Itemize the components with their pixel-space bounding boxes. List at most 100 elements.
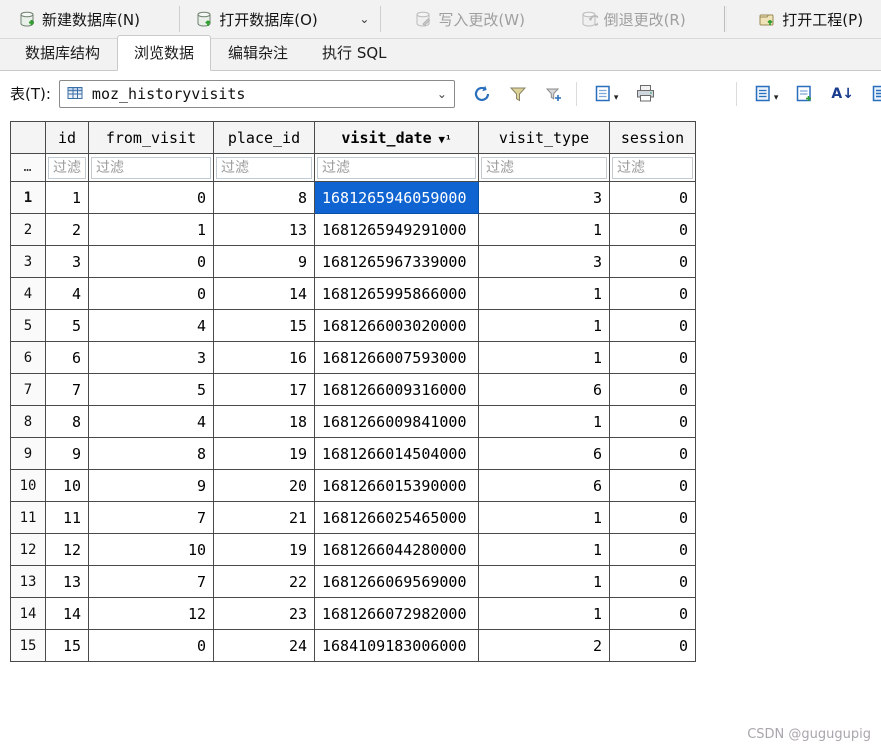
filter-button[interactable]: [509, 85, 527, 103]
cell-place_id-row-12[interactable]: 19: [213, 533, 315, 566]
cell-session-row-12[interactable]: 0: [609, 533, 696, 566]
cell-session-row-3[interactable]: 0: [609, 245, 696, 278]
cell-visit_date-row-8[interactable]: 1681266009841000: [314, 405, 479, 438]
cell-from_visit-row-15[interactable]: 0: [88, 629, 214, 662]
cell-from_visit-row-8[interactable]: 4: [88, 405, 214, 438]
column-header-from_visit[interactable]: from_visit: [88, 121, 214, 154]
cell-visit_date-row-7[interactable]: 1681266009316000: [314, 373, 479, 406]
cell-session-row-7[interactable]: 0: [609, 373, 696, 406]
column-header-id[interactable]: id: [45, 121, 89, 154]
cell-id-row-14[interactable]: 14: [45, 597, 89, 630]
cell-visit_date-row-6[interactable]: 1681266007593000: [314, 341, 479, 374]
filter-options-button[interactable]: [544, 85, 562, 103]
open-database-dropdown-icon[interactable]: ⌄: [352, 8, 376, 30]
filter-input-id[interactable]: 过滤: [48, 156, 86, 179]
row-number-2[interactable]: 2: [10, 213, 46, 246]
cell-id-row-4[interactable]: 4: [45, 277, 89, 310]
cell-visit_type-row-1[interactable]: 3: [478, 181, 610, 214]
cell-id-row-2[interactable]: 2: [45, 213, 89, 246]
cell-place_id-row-1[interactable]: 8: [213, 181, 315, 214]
print-button[interactable]: [635, 84, 656, 103]
cell-visit_type-row-14[interactable]: 1: [478, 597, 610, 630]
cell-visit_type-row-9[interactable]: 6: [478, 437, 610, 470]
cell-visit_date-row-2[interactable]: 1681265949291000: [314, 213, 479, 246]
cell-from_visit-row-11[interactable]: 7: [88, 501, 214, 534]
cell-id-row-5[interactable]: 5: [45, 309, 89, 342]
cell-id-row-6[interactable]: 6: [45, 341, 89, 374]
cell-session-row-8[interactable]: 0: [609, 405, 696, 438]
cell-id-row-10[interactable]: 10: [45, 469, 89, 502]
row-number-4[interactable]: 4: [10, 277, 46, 310]
cell-place_id-row-7[interactable]: 17: [213, 373, 315, 406]
tab-database-structure[interactable]: 数据库结构: [8, 35, 117, 71]
cell-place_id-row-5[interactable]: 15: [213, 309, 315, 342]
cell-place_id-row-13[interactable]: 22: [213, 565, 315, 598]
row-number-7[interactable]: 7: [10, 373, 46, 406]
cell-visit_date-row-15[interactable]: 1684109183006000: [314, 629, 479, 662]
tab-edit-pragmas[interactable]: 编辑杂注: [211, 35, 305, 71]
cell-from_visit-row-14[interactable]: 12: [88, 597, 214, 630]
column-header-place_id[interactable]: place_id: [213, 121, 315, 154]
open-project-button[interactable]: 打开工程(P): [746, 3, 875, 36]
row-number-15[interactable]: 15: [10, 629, 46, 662]
cell-from_visit-row-1[interactable]: 0: [88, 181, 214, 214]
row-number-5[interactable]: 5: [10, 309, 46, 342]
cell-place_id-row-14[interactable]: 23: [213, 597, 315, 630]
table-combobox[interactable]: moz_historyvisits ⌄: [58, 79, 455, 108]
cell-from_visit-row-5[interactable]: 4: [88, 309, 214, 342]
row-number-3[interactable]: 3: [10, 245, 46, 278]
cell-id-row-15[interactable]: 15: [45, 629, 89, 662]
cell-visit_type-row-2[interactable]: 1: [478, 213, 610, 246]
cell-session-row-5[interactable]: 0: [609, 309, 696, 342]
cell-visit_date-row-13[interactable]: 1681266069569000: [314, 565, 479, 598]
cell-session-row-6[interactable]: 0: [609, 341, 696, 374]
write-changes-button[interactable]: 写入更改(W): [402, 3, 537, 36]
refresh-button[interactable]: [472, 84, 492, 104]
export-view-dropdown-icon[interactable]: ▾: [614, 93, 619, 103]
cell-session-row-4[interactable]: 0: [609, 277, 696, 310]
filter-input-session[interactable]: 过滤: [612, 156, 693, 179]
cell-visit_type-row-3[interactable]: 3: [478, 245, 610, 278]
column-header-visit_date[interactable]: visit_date ▼¹: [314, 121, 479, 154]
cell-id-row-3[interactable]: 3: [45, 245, 89, 278]
insert-record-button[interactable]: [795, 84, 814, 103]
cell-visit_date-row-12[interactable]: 1681266044280000: [314, 533, 479, 566]
row-number-6[interactable]: 6: [10, 341, 46, 374]
cell-visit_date-row-4[interactable]: 1681265995866000: [314, 277, 479, 310]
cell-visit_date-row-1[interactable]: 1681265946059000: [314, 181, 479, 214]
filter-all-button[interactable]: …: [10, 153, 46, 182]
cell-id-row-1[interactable]: 1: [45, 181, 89, 214]
filter-input-place_id[interactable]: 过滤: [216, 156, 312, 179]
cell-id-row-7[interactable]: 7: [45, 373, 89, 406]
cell-session-row-15[interactable]: 0: [609, 629, 696, 662]
tab-browse-data[interactable]: 浏览数据: [117, 35, 212, 71]
cell-visit_date-row-10[interactable]: 1681266015390000: [314, 469, 479, 502]
sort-records-button[interactable]: A↓: [831, 86, 854, 102]
cell-visit_date-row-5[interactable]: 1681266003020000: [314, 309, 479, 342]
row-number-1[interactable]: 1: [10, 181, 46, 214]
cell-from_visit-row-4[interactable]: 0: [88, 277, 214, 310]
row-number-12[interactable]: 12: [10, 533, 46, 566]
row-number-8[interactable]: 8: [10, 405, 46, 438]
cell-place_id-row-4[interactable]: 14: [213, 277, 315, 310]
cell-visit_type-row-15[interactable]: 2: [478, 629, 610, 662]
row-number-10[interactable]: 10: [10, 469, 46, 502]
new-database-button[interactable]: 新建数据库(N): [6, 3, 152, 36]
cell-place_id-row-2[interactable]: 13: [213, 213, 315, 246]
cell-visit_type-row-12[interactable]: 1: [478, 533, 610, 566]
cell-from_visit-row-12[interactable]: 10: [88, 533, 214, 566]
cell-session-row-11[interactable]: 0: [609, 501, 696, 534]
save-results-dropdown-icon[interactable]: ▾: [774, 93, 779, 103]
cell-place_id-row-8[interactable]: 18: [213, 405, 315, 438]
clipped-toolbar-button[interactable]: [871, 84, 881, 103]
filter-input-visit_type[interactable]: 过滤: [481, 156, 607, 179]
cell-place_id-row-10[interactable]: 20: [213, 469, 315, 502]
cell-from_visit-row-10[interactable]: 9: [88, 469, 214, 502]
cell-visit_type-row-5[interactable]: 1: [478, 309, 610, 342]
cell-visit_date-row-3[interactable]: 1681265967339000: [314, 245, 479, 278]
cell-visit_type-row-6[interactable]: 1: [478, 341, 610, 374]
cell-from_visit-row-3[interactable]: 0: [88, 245, 214, 278]
save-results-button[interactable]: ▾: [754, 84, 779, 103]
cell-visit_type-row-11[interactable]: 1: [478, 501, 610, 534]
row-number-11[interactable]: 11: [10, 501, 46, 534]
